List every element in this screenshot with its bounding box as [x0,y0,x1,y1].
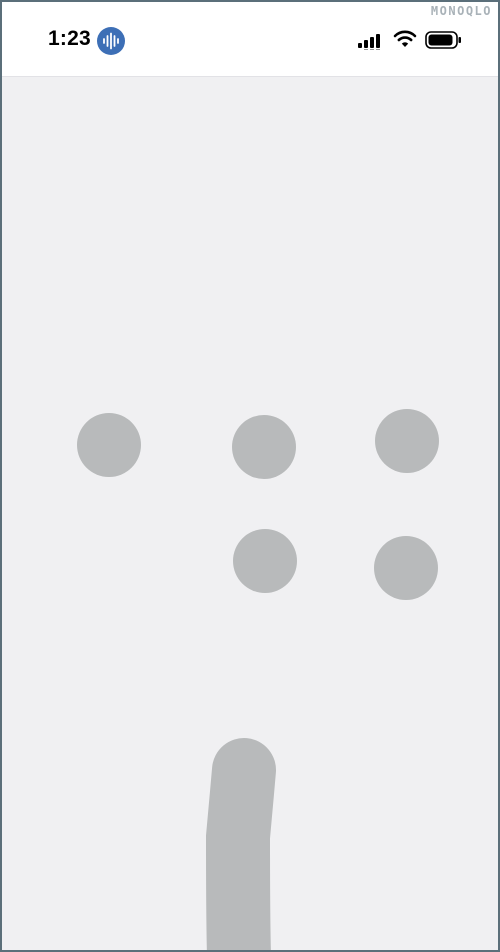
signal-icon [358,32,384,55]
watermark-logo: MONOQLO [430,4,492,18]
phone-screen: 1:23 MONOQLO [0,0,500,952]
battery-icon [425,31,463,54]
wifi-icon [393,29,417,54]
status-bar: 1:23 [2,2,498,77]
voice-assistant-icon [97,27,125,55]
touch-canvas[interactable] [2,77,498,950]
touch-stroke [205,738,276,950]
status-time: 1:23 [48,27,91,50]
